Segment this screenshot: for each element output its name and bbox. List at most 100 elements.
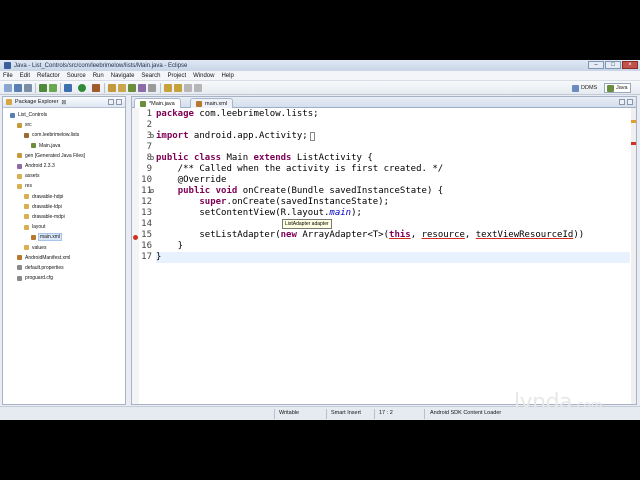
tree-item[interactable]: Android 2.3.3 — [3, 161, 125, 171]
menu-project[interactable]: Project — [167, 73, 186, 79]
tree-item[interactable]: assets — [3, 171, 125, 181]
new-icon[interactable] — [4, 84, 12, 92]
tree-item[interactable]: AndroidManifest.xml — [3, 253, 125, 263]
status-content-loader: Android SDK Content Loader — [430, 410, 502, 416]
xml-file-icon — [31, 234, 36, 240]
line-number: 14 — [141, 219, 152, 229]
library-icon — [17, 163, 22, 169]
tree-item[interactable]: drawable-hdpi — [3, 192, 125, 202]
fold-toggle-icon[interactable] — [150, 189, 154, 193]
save-icon[interactable] — [14, 84, 22, 92]
code-line-13[interactable]: setContentView(R.layout.main); — [156, 208, 362, 219]
package-explorer-header: Package Explorer ⊠ — [3, 97, 125, 108]
fold-toggle-icon[interactable] — [150, 134, 154, 138]
code-area[interactable]: 1 2 3 7 8 9 10 11 12 13 14 15 16 17 — [132, 108, 636, 404]
eclipse-window: Java - List_Controls/src/com/leebrimelow… — [0, 60, 640, 420]
new-class-icon[interactable] — [128, 84, 136, 92]
tree-item[interactable]: default.properties — [3, 263, 125, 273]
folder-icon — [24, 204, 29, 210]
code-line-3[interactable]: import android.app.Activity; — [156, 131, 316, 142]
menu-navigate[interactable]: Navigate — [111, 73, 135, 79]
menu-refactor[interactable]: Refactor — [37, 73, 60, 79]
tree-item-label: proguard.cfg — [25, 275, 54, 282]
error-marker-icon[interactable] — [133, 235, 138, 240]
maximize-view-button[interactable] — [116, 99, 122, 105]
tab-main-java[interactable]: *Main.java — [134, 98, 181, 108]
external-tools-icon[interactable] — [92, 84, 100, 92]
menu-file[interactable]: File — [3, 73, 13, 79]
tree-item[interactable]: drawable-mdpi — [3, 212, 125, 222]
tree-item-label: layout — [32, 224, 46, 231]
window-controls: – □ × — [588, 61, 638, 69]
tree-item[interactable]: res — [3, 181, 125, 191]
tree-item-label: assets — [25, 173, 40, 180]
tree-item[interactable]: values — [3, 242, 125, 252]
debug-icon[interactable] — [64, 84, 72, 92]
current-line-highlight — [156, 252, 630, 263]
search-icon[interactable] — [148, 84, 156, 92]
close-view-icon[interactable]: ⊠ — [61, 99, 66, 106]
line-number: 16 — [141, 241, 152, 251]
run-icon[interactable] — [78, 84, 86, 92]
code-line-15[interactable]: setListAdapter(new ArrayAdapter<T>(this,… — [156, 230, 584, 241]
error-overview-marker-icon[interactable] — [631, 142, 636, 145]
menu-run[interactable]: Run — [93, 73, 104, 79]
tree-item[interactable]: gen [Generated Java Files] — [3, 151, 125, 161]
tree-item[interactable]: List_Controls — [3, 110, 125, 120]
annotation-prev-icon[interactable] — [174, 84, 182, 92]
toolbar-separator — [160, 83, 161, 93]
line-number: 2 — [146, 120, 152, 130]
tree-item[interactable]: com.leebrimelow.lists — [3, 130, 125, 140]
close-button[interactable]: × — [622, 61, 638, 69]
code-lines[interactable]: package com.leebrimelow.lists; import an… — [156, 108, 630, 404]
file-icon — [17, 265, 22, 271]
tree-item[interactable]: src — [3, 120, 125, 130]
android-sdk-icon[interactable] — [39, 84, 47, 92]
line-number: 13 — [141, 208, 152, 218]
menu-window[interactable]: Window — [193, 73, 214, 79]
folder-icon — [24, 224, 29, 230]
menu-search[interactable]: Search — [141, 73, 160, 79]
minimize-button[interactable]: – — [588, 61, 604, 69]
overview-ruler[interactable] — [631, 108, 636, 404]
warning-marker-icon[interactable] — [631, 120, 636, 123]
code-line-17[interactable]: } — [156, 252, 161, 263]
maximize-button[interactable]: □ — [605, 61, 621, 69]
tree-item[interactable]: layout — [3, 222, 125, 232]
tree-item[interactable]: Main.java — [3, 141, 125, 151]
new-package-icon[interactable] — [118, 84, 126, 92]
package-explorer-title[interactable]: Package Explorer — [15, 99, 58, 105]
minimize-editor-button[interactable] — [619, 99, 625, 105]
maximize-editor-button[interactable] — [627, 99, 633, 105]
code-line-12[interactable]: super.onCreate(savedInstanceState); — [156, 197, 389, 208]
open-type-icon[interactable] — [138, 84, 146, 92]
avd-manager-icon[interactable] — [49, 84, 57, 92]
menu-help[interactable]: Help — [221, 73, 233, 79]
tree-item[interactable]: drawable-ldpi — [3, 202, 125, 212]
minimize-view-button[interactable] — [108, 99, 114, 105]
tree-item[interactable]: proguard.cfg — [3, 273, 125, 283]
back-icon[interactable] — [184, 84, 192, 92]
status-separator — [424, 409, 425, 419]
toolbar-separator — [60, 83, 61, 93]
tree-item-label: values — [32, 244, 47, 251]
code-line-9[interactable]: /** Called when the activity is first cr… — [156, 164, 444, 175]
code-line-11[interactable]: public void onCreate(Bundle savedInstanc… — [156, 186, 444, 197]
xml-file-icon — [17, 255, 22, 261]
menu-source[interactable]: Source — [67, 73, 86, 79]
print-icon[interactable] — [24, 84, 32, 92]
perspective-ddms[interactable]: DDMS — [572, 83, 597, 93]
new-java-project-icon[interactable] — [108, 84, 116, 92]
tab-main-xml[interactable]: main.xml — [190, 98, 234, 108]
code-line-10[interactable]: @Override — [156, 175, 227, 186]
perspective-java[interactable]: Java — [604, 83, 631, 93]
code-line-16[interactable]: } — [156, 241, 183, 252]
line-number: 7 — [146, 142, 152, 152]
menu-edit[interactable]: Edit — [20, 73, 30, 79]
fold-toggle-icon[interactable] — [150, 156, 154, 160]
code-line-1[interactable]: package com.leebrimelow.lists; — [156, 109, 319, 120]
tree-item[interactable]: main.xml — [3, 232, 125, 242]
code-line-8[interactable]: public class Main extends ListActivity { — [156, 153, 373, 164]
annotation-next-icon[interactable] — [164, 84, 172, 92]
forward-icon[interactable] — [194, 84, 202, 92]
